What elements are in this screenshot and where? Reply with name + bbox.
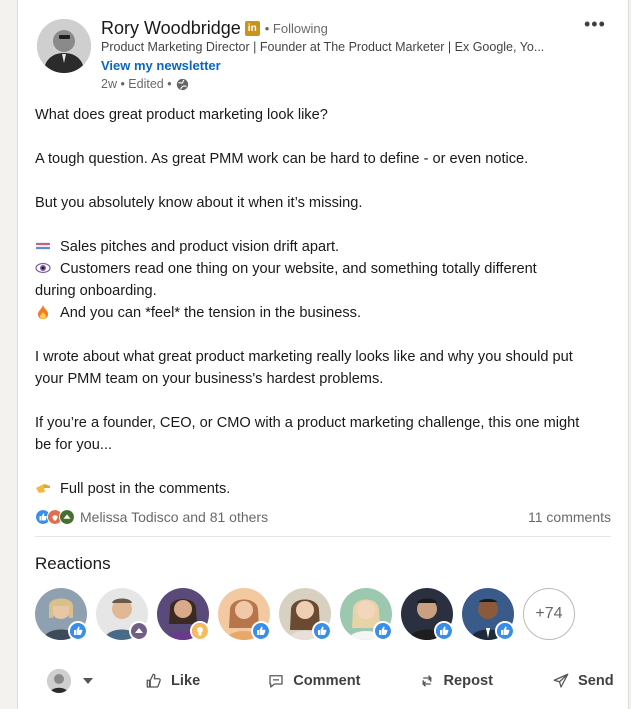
post-paragraph: I wrote about what great product marketi…	[35, 349, 573, 365]
author-name[interactable]: Rory Woodbridge	[101, 18, 241, 39]
bullet-item: Customers read one thing on your website…	[60, 261, 537, 277]
social-counts: Melissa Todisco and 81 others 11 comment…	[35, 506, 611, 528]
post-paragraph: But you absolutely know about it when it…	[35, 195, 363, 211]
reactions-heading: Reactions	[35, 554, 111, 573]
post-header: Rory Woodbridge in • Following Product M…	[18, 0, 628, 100]
pointing-hand-emoji-icon	[36, 484, 50, 493]
reactor-avatar[interactable]	[401, 588, 454, 641]
post-meta-text: 2w • Edited •	[101, 77, 172, 91]
like-button[interactable]: Like	[145, 672, 200, 690]
globe-icon	[176, 78, 189, 91]
like-badge-icon	[68, 621, 88, 641]
chevron-down-icon	[83, 678, 93, 684]
comment-icon	[269, 675, 283, 688]
bullet-item: Sales pitches and product vision drift a…	[60, 239, 340, 255]
send-icon	[553, 673, 569, 688]
like-badge-icon	[373, 621, 393, 641]
post-card: Rory Woodbridge in • Following Product M…	[17, 0, 629, 709]
post-paragraph: A tough question. As great PMM work can …	[35, 151, 529, 167]
post-paragraph: Full post in the comments.	[60, 481, 231, 497]
like-badge-icon	[312, 621, 332, 641]
eye-emoji-icon	[35, 262, 51, 274]
author-avatar[interactable]	[37, 19, 91, 73]
post-meta: 2w • Edited •	[101, 77, 189, 91]
post-paragraph: What does great product marketing look l…	[35, 107, 328, 123]
more-reactors-button[interactable]: +74	[523, 588, 575, 640]
reactor-avatar[interactable]	[157, 588, 210, 641]
barber-pole-emoji-icon	[36, 242, 50, 250]
reactor-avatar[interactable]	[462, 588, 515, 641]
fire-emoji-icon	[38, 305, 48, 319]
send-label: Send	[577, 673, 614, 689]
support-badge-icon	[129, 621, 149, 641]
reactor-avatar[interactable]	[279, 588, 332, 641]
post-paragraph: If you’re a founder, CEO, or CMO with a …	[35, 415, 580, 431]
follow-status: • Following	[264, 21, 328, 36]
reaction-icons[interactable]	[35, 509, 75, 525]
reactor-avatars: +74	[35, 588, 575, 641]
linkedin-premium-icon: in	[244, 21, 260, 36]
reactor-avatar[interactable]	[340, 588, 393, 641]
repost-button[interactable]: Repost	[418, 672, 493, 690]
reactor-avatar[interactable]	[35, 588, 88, 641]
author-name-row: Rory Woodbridge in • Following	[101, 18, 328, 39]
insightful-badge-icon	[190, 621, 210, 641]
reactor-avatar[interactable]	[96, 588, 149, 641]
like-badge-icon	[434, 621, 454, 641]
thumbs-up-icon	[146, 673, 161, 688]
comment-label: Comment	[293, 673, 361, 689]
post-body: What does great product marketing look l…	[35, 104, 615, 522]
reactors-summary[interactable]: Melissa Todisco and 81 others	[80, 509, 268, 525]
support-reaction-icon	[59, 509, 75, 525]
like-badge-icon	[495, 621, 515, 641]
repost-icon	[421, 675, 432, 687]
comments-count[interactable]: 11 comments	[528, 509, 611, 525]
post-paragraph: your PMM team on your business's hardest…	[35, 371, 384, 387]
send-button[interactable]: Send	[552, 672, 614, 690]
bullet-item-continued: during onboarding.	[35, 283, 157, 299]
post-paragraph: be for you...	[35, 437, 113, 453]
like-label: Like	[171, 673, 201, 689]
reactor-avatar[interactable]	[218, 588, 271, 641]
like-badge-icon	[251, 621, 271, 641]
divider	[35, 536, 611, 537]
more-options-icon[interactable]: •••	[584, 14, 606, 35]
view-newsletter-link[interactable]: View my newsletter	[101, 58, 221, 73]
repost-label: Repost	[443, 673, 493, 689]
author-headline: Product Marketing Director | Founder at …	[101, 40, 545, 54]
post-actions-bar: Like Comment Repost Send	[35, 662, 614, 700]
bullet-item: And you can *feel* the tension in the bu…	[60, 305, 361, 321]
self-avatar	[47, 669, 71, 693]
post-as-selector[interactable]	[47, 669, 93, 693]
comment-button[interactable]: Comment	[267, 672, 361, 690]
